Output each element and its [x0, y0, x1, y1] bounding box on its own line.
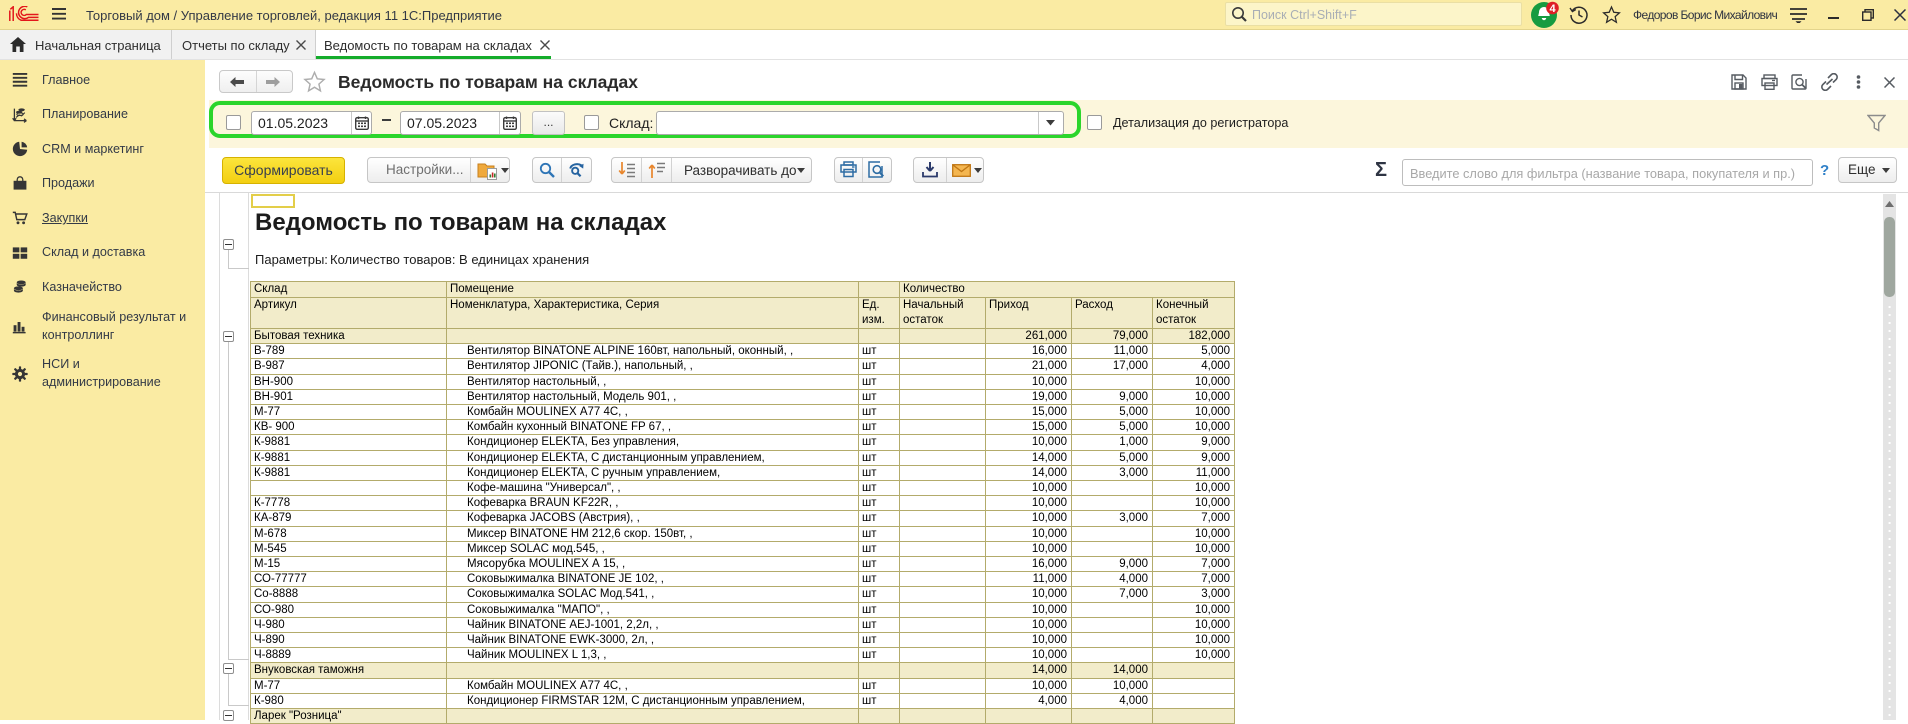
svg-text:4: 4 — [1549, 3, 1556, 15]
